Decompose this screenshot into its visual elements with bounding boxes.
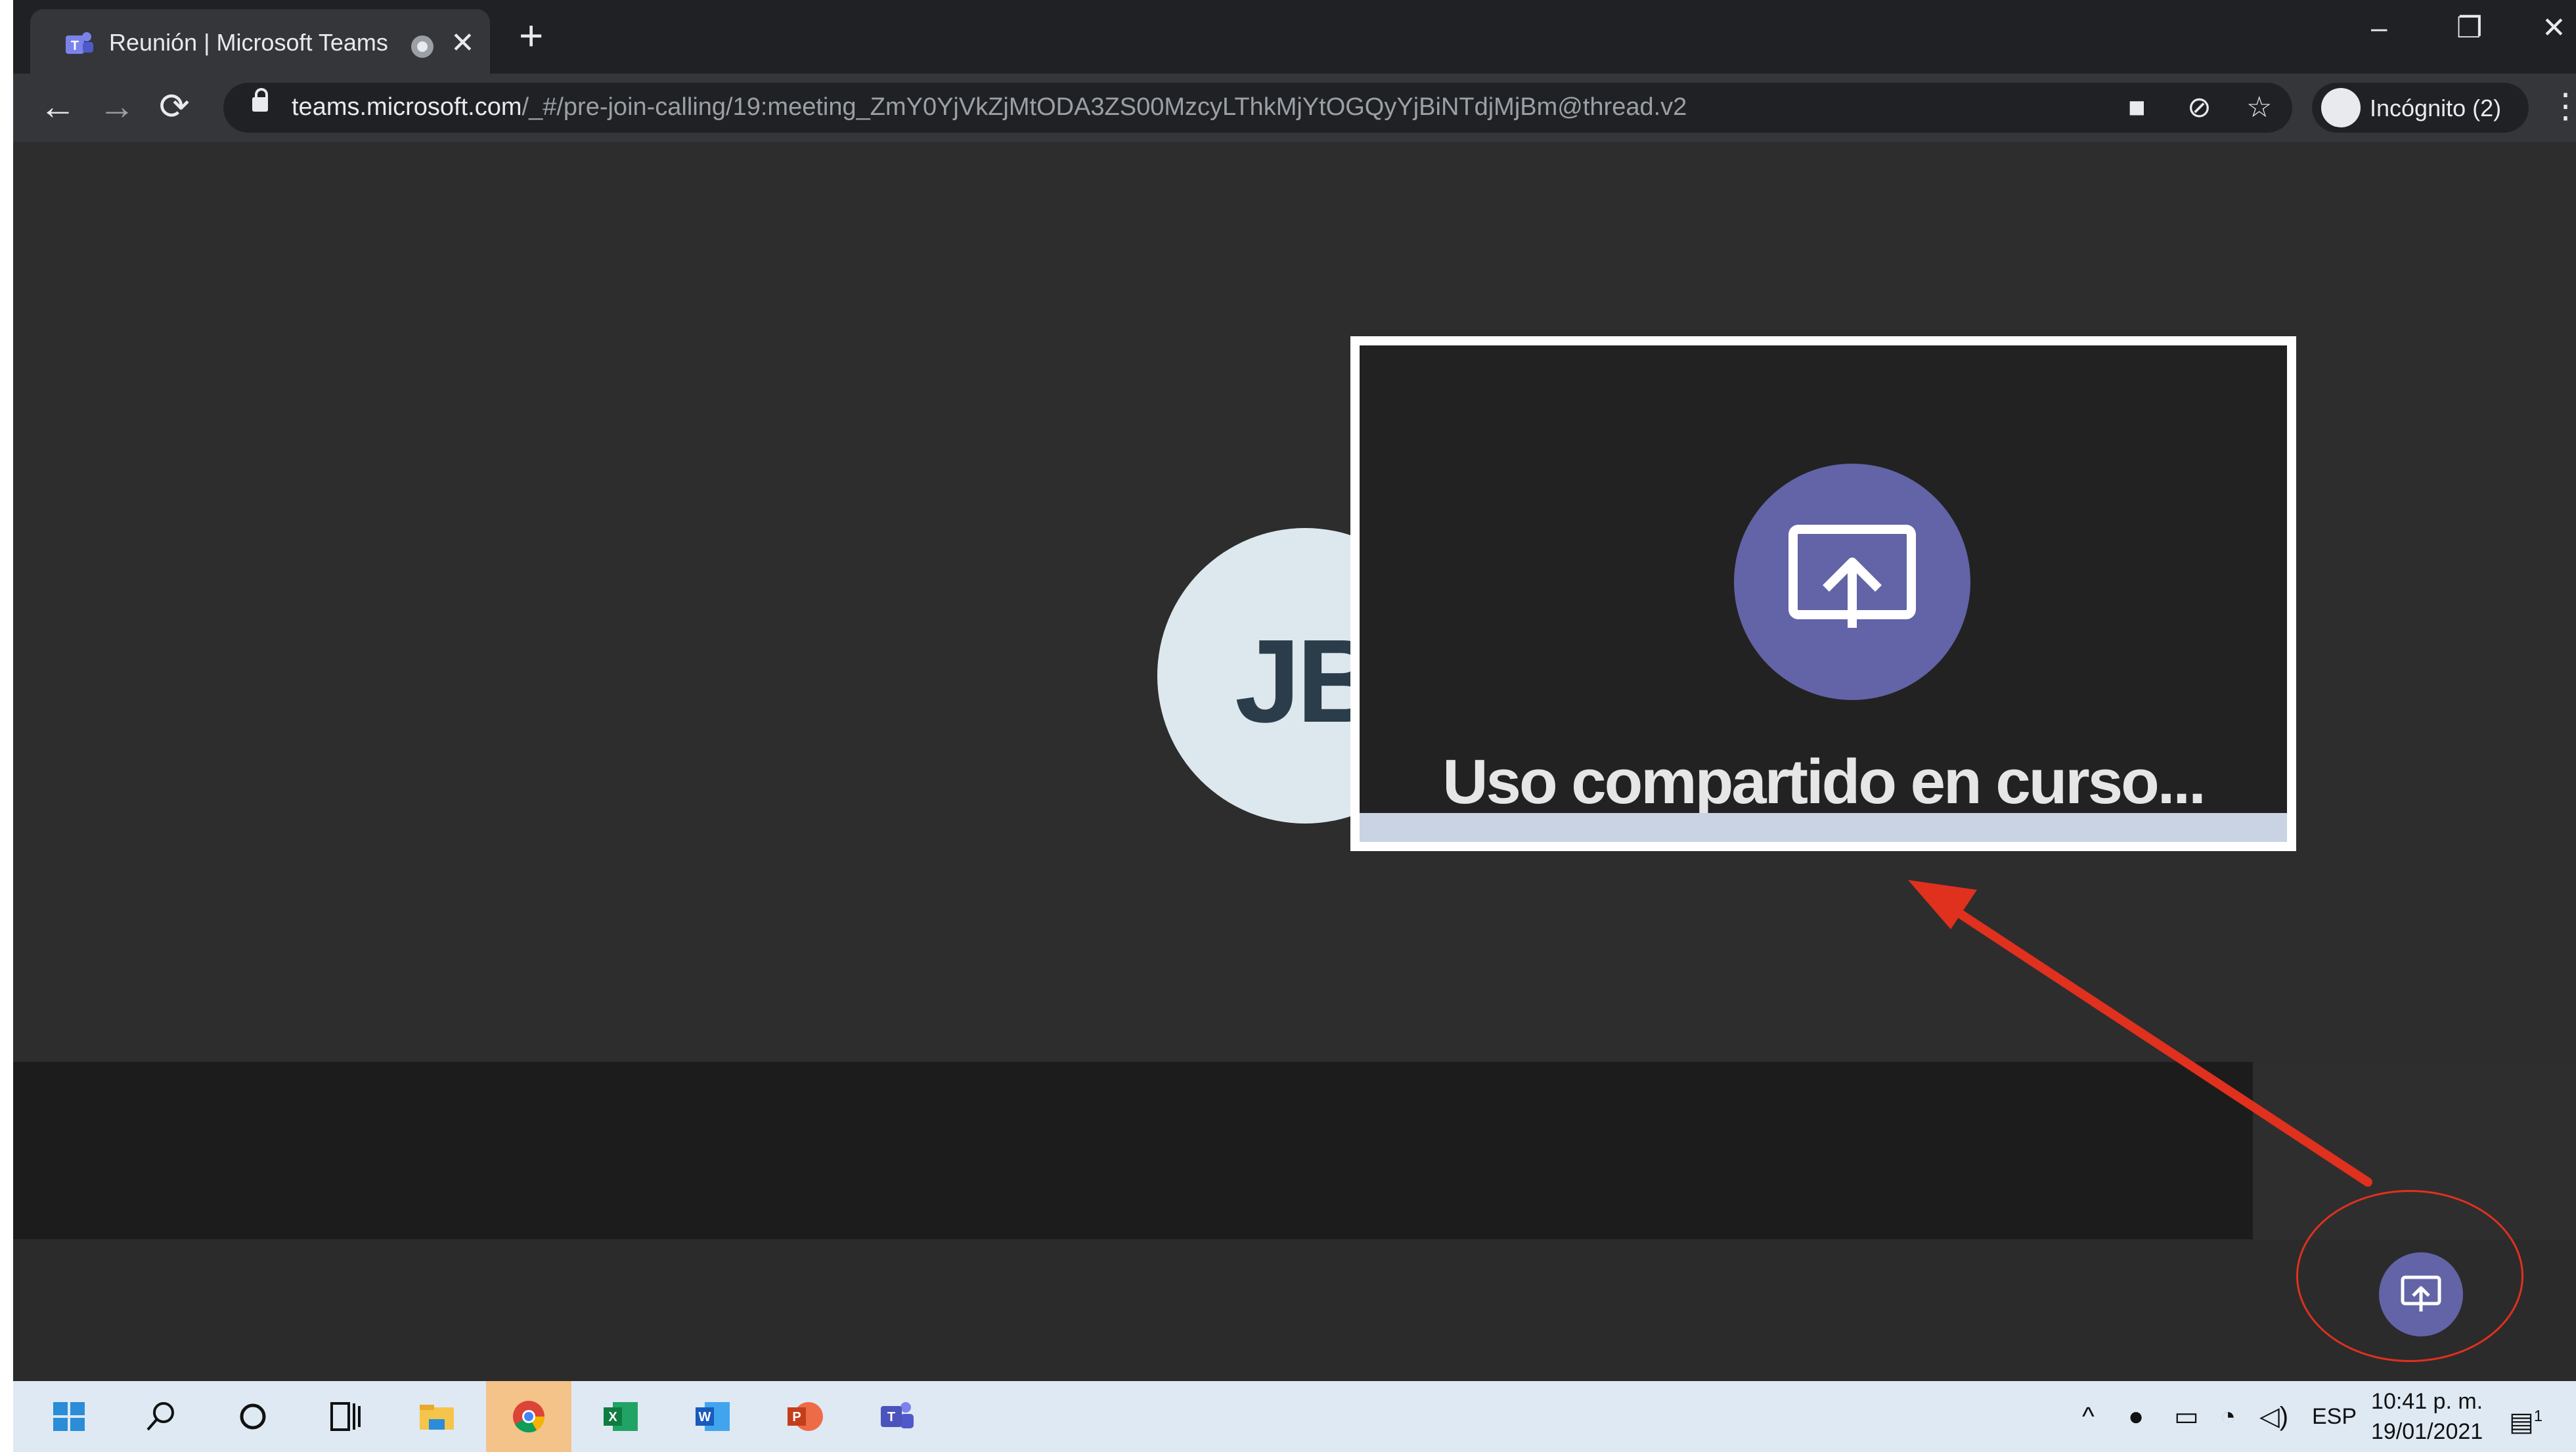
clock-time: 10:41 p. m. (2371, 1389, 2483, 1414)
excel-icon: X (604, 1402, 638, 1431)
screen: T Reunión | Microsoft Teams ✕ + – ❐ ✕ ← … (13, 0, 2576, 1452)
powerpoint-taskbar-button[interactable]: P (762, 1381, 847, 1452)
excel-taskbar-button[interactable]: X (578, 1381, 663, 1452)
notification-center-button[interactable]: ▤1 (2509, 1401, 2543, 1438)
volume-icon[interactable]: ◁) (2259, 1401, 2288, 1432)
search-icon (146, 1402, 174, 1431)
start-button[interactable] (26, 1381, 112, 1452)
clock-date: 19/01/2021 (2371, 1419, 2483, 1444)
chrome-icon (513, 1401, 545, 1433)
teams-taskbar-icon: T (881, 1402, 914, 1428)
teams-taskbar-button[interactable]: T (854, 1381, 939, 1452)
svg-text:W: W (699, 1410, 711, 1424)
word-icon: W (696, 1402, 730, 1431)
file-explorer-button[interactable] (394, 1381, 479, 1452)
cortana-icon (240, 1403, 266, 1430)
annotation-arrow (1908, 880, 2372, 1187)
task-view-icon (330, 1402, 361, 1431)
svg-text:T: T (887, 1410, 895, 1424)
language-indicator[interactable]: ESP (2312, 1401, 2357, 1432)
windows-taskbar: X W P T ^ ● ▭ ◔ ◁) ESP 10:41 p. m. 19/01… (13, 1381, 2576, 1452)
tray-chevron-icon[interactable]: ^ (2082, 1401, 2095, 1432)
svg-text:X: X (608, 1410, 617, 1424)
chrome-taskbar-button[interactable] (486, 1381, 571, 1452)
svg-text:P: P (792, 1410, 801, 1424)
notification-icon: ▤ (2509, 1407, 2534, 1437)
word-taskbar-button[interactable]: W (670, 1381, 755, 1452)
cortana-button[interactable] (210, 1381, 296, 1452)
windows-icon (53, 1402, 85, 1431)
powerpoint-icon: P (788, 1402, 823, 1431)
clock[interactable]: 10:41 p. m. 19/01/2021 (2371, 1386, 2483, 1447)
search-button[interactable] (118, 1381, 204, 1452)
task-view-button[interactable] (302, 1381, 388, 1452)
microphone-icon[interactable]: ● (2128, 1401, 2144, 1432)
wifi-icon[interactable]: ◔ (2220, 1401, 2236, 1432)
file-explorer-icon (420, 1405, 454, 1430)
battery-icon[interactable]: ▭ (2174, 1401, 2199, 1432)
notification-count: 1 (2533, 1407, 2543, 1425)
